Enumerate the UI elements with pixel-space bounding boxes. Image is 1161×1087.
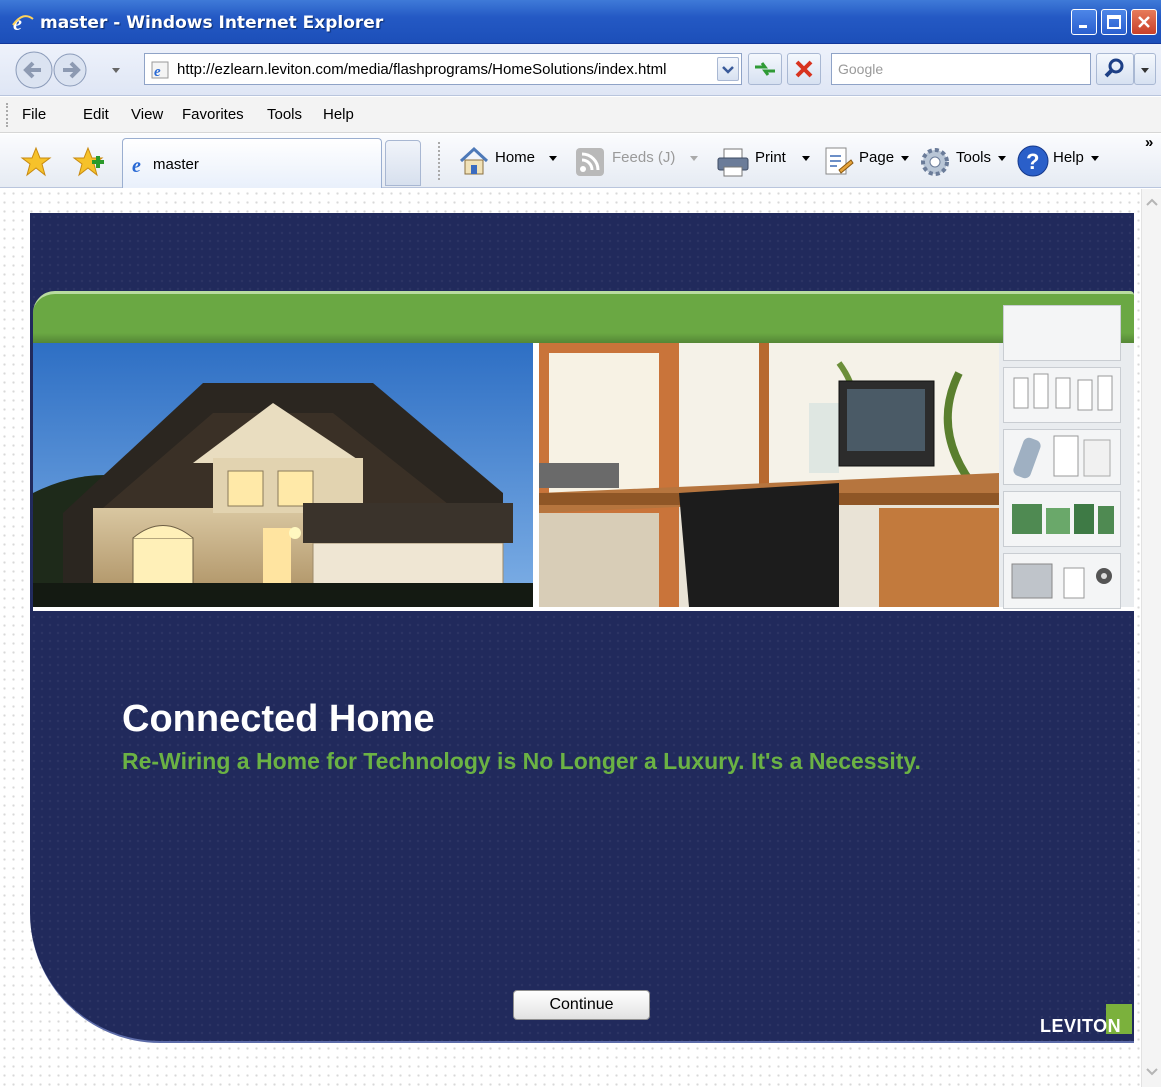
home-icon[interactable] <box>458 146 490 176</box>
green-banner <box>33 291 1134 343</box>
product-thumbnail-modules <box>1003 491 1121 547</box>
stop-icon <box>795 60 813 78</box>
stop-button[interactable] <box>787 53 821 85</box>
search-box[interactable] <box>831 53 1091 85</box>
page-ie-icon: e <box>151 61 169 79</box>
menu-file[interactable]: File <box>22 106 46 123</box>
magnifier-icon <box>1104 58 1124 78</box>
continue-button[interactable]: Continue <box>513 990 650 1020</box>
maximize-icon <box>1107 15 1121 29</box>
tab-title: master <box>153 156 199 173</box>
command-bar: e master Home Feeds (J) Print Page Tools <box>0 134 1161 188</box>
menu-view[interactable]: View <box>131 106 163 123</box>
svg-text:e: e <box>132 155 141 175</box>
flash-stage <box>30 213 1134 1043</box>
product-thumbnail <box>1003 305 1121 361</box>
maximize-button[interactable] <box>1101 9 1127 35</box>
page-button[interactable]: Page <box>859 149 894 166</box>
print-dropdown-icon[interactable] <box>802 156 810 161</box>
recent-pages-dropdown-icon[interactable] <box>112 68 120 73</box>
minimize-icon <box>1079 25 1087 28</box>
print-button[interactable]: Print <box>755 149 786 166</box>
chevron-down-icon <box>722 66 734 74</box>
scroll-down-icon[interactable] <box>1145 1065 1159 1079</box>
svg-text:e: e <box>154 64 161 79</box>
tab-master[interactable]: e master <box>122 138 382 188</box>
product-thumbnails <box>999 305 1134 609</box>
separator <box>438 142 440 180</box>
gear-icon[interactable] <box>918 145 952 179</box>
menu-tools[interactable]: Tools <box>267 106 302 123</box>
close-icon <box>1138 16 1150 28</box>
url-text[interactable]: http://ezlearn.leviton.com/media/flashpr… <box>177 61 666 78</box>
help-button[interactable]: Help <box>1053 149 1084 166</box>
product-thumbnail-enclosures <box>1003 553 1121 609</box>
menu-edit[interactable]: Edit <box>83 106 109 123</box>
product-thumbnail-remotes <box>1003 429 1121 485</box>
chevron-down-icon <box>1141 68 1149 73</box>
page-heading: Connected Home <box>122 698 435 740</box>
feeds-button[interactable]: Feeds (J) <box>612 149 675 166</box>
title-bar: e master - Windows Internet Explorer <box>0 0 1161 44</box>
feeds-icon <box>576 148 604 176</box>
window-title: master - Windows Internet Explorer <box>40 13 384 33</box>
navigation-buttons <box>15 51 120 89</box>
add-favorite-icon[interactable] <box>72 146 106 178</box>
house-photo <box>33 343 533 607</box>
product-thumbnail-switches <box>1003 367 1121 423</box>
search-input[interactable] <box>838 55 1078 83</box>
back-button[interactable] <box>15 51 53 89</box>
address-toolbar: e http://ezlearn.leviton.com/media/flash… <box>0 44 1161 96</box>
home-button[interactable]: Home <box>495 149 535 166</box>
close-button[interactable] <box>1131 9 1157 35</box>
minimize-button[interactable] <box>1071 9 1097 35</box>
refresh-icon <box>755 62 775 76</box>
page-icon[interactable] <box>823 146 855 178</box>
menu-help[interactable]: Help <box>323 106 354 123</box>
leviton-logo: LEVITON <box>1040 1004 1132 1040</box>
scroll-up-icon[interactable] <box>1145 195 1159 209</box>
refresh-button[interactable] <box>748 53 782 85</box>
menu-bar: File Edit View Favorites Tools Help <box>0 97 1161 133</box>
ie-page-icon: e <box>132 155 141 175</box>
page-subheading: Re-Wiring a Home for Technology is No Lo… <box>122 748 921 774</box>
menu-favorites[interactable]: Favorites <box>182 106 244 123</box>
tools-button[interactable]: Tools <box>956 149 991 166</box>
tools-dropdown-icon[interactable] <box>998 156 1006 161</box>
search-options-button[interactable] <box>1134 53 1156 85</box>
search-button[interactable] <box>1096 53 1134 85</box>
new-tab-button[interactable] <box>385 140 421 186</box>
home-dropdown-icon[interactable] <box>549 156 557 161</box>
logo-text: LEVITON <box>1040 1016 1122 1036</box>
feeds-dropdown-icon <box>690 156 698 161</box>
favorites-star-icon[interactable] <box>20 146 52 178</box>
forward-button[interactable] <box>53 53 87 87</box>
address-bar[interactable]: e http://ezlearn.leviton.com/media/flash… <box>144 53 742 85</box>
vertical-scrollbar[interactable] <box>1141 189 1161 1087</box>
page-dropdown-icon[interactable] <box>901 156 909 161</box>
toolbar-overflow-chevron[interactable]: » <box>1145 134 1153 151</box>
address-dropdown-button[interactable] <box>717 57 739 81</box>
help-dropdown-icon[interactable] <box>1091 156 1099 161</box>
office-photo <box>539 343 999 607</box>
toolbar-grip <box>6 103 8 127</box>
photo-strip <box>33 305 1134 611</box>
print-icon[interactable] <box>716 147 750 177</box>
svg-text:?: ? <box>1026 149 1039 174</box>
help-icon[interactable]: ? <box>1016 144 1050 178</box>
ie-logo-icon: e <box>12 13 34 33</box>
